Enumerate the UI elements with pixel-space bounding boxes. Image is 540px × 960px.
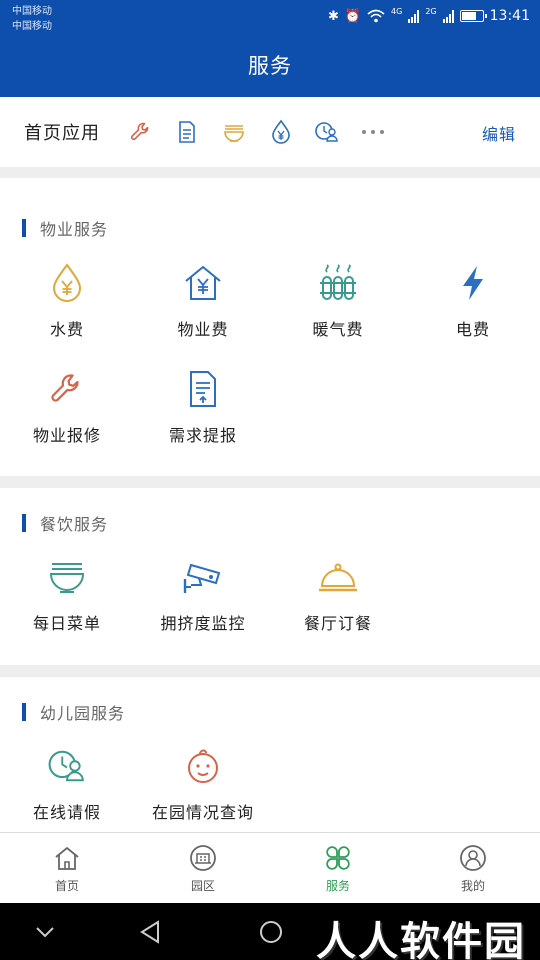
section-header: 幼儿园服务: [22, 702, 126, 723]
service-item-request[interactable]: 需求提报: [138, 366, 268, 446]
section-title: 餐饮服务: [40, 515, 109, 534]
service-item-label: 电费: [455, 320, 490, 339]
section-divider: [0, 665, 540, 677]
more-dots-icon[interactable]: [360, 119, 386, 145]
tab-mine[interactable]: 我的: [413, 843, 533, 894]
carrier-label-1: 中国移动: [12, 6, 52, 17]
noodle-bowl-icon: [49, 563, 85, 593]
back-triangle-icon[interactable]: [135, 917, 165, 947]
signal-icon: [408, 9, 420, 23]
service-item-attendance-query[interactable]: 在园情况查询: [138, 743, 268, 823]
section-title: 物业服务: [40, 220, 109, 239]
chevron-down-icon[interactable]: [30, 917, 60, 947]
wrench-icon[interactable]: [128, 119, 154, 145]
service-item-daily-menu[interactable]: 每日菜单: [2, 554, 132, 634]
service-item-repair[interactable]: 物业报修: [2, 366, 132, 446]
service-item-property-fee[interactable]: 物业费: [138, 260, 268, 340]
section-title: 幼儿园服务: [40, 704, 126, 723]
system-nav-bar: 人人软件园: [0, 903, 540, 960]
wrench-icon: [51, 374, 79, 402]
service-item-label: 物业报修: [32, 426, 101, 445]
status-carriers: 中国移动 中国移动: [12, 4, 52, 34]
service-item-heating-fee[interactable]: 暖气费: [273, 260, 403, 340]
wifi-icon: [367, 9, 385, 23]
section-accent-bar: [22, 514, 26, 532]
service-item-water-fee[interactable]: 水费: [2, 260, 132, 340]
service-item-label: 每日菜单: [32, 614, 101, 633]
service-item-label: 在园情况查询: [151, 803, 254, 822]
status-icons: ✱ ⏰ 4G 2G 13:41: [327, 6, 530, 25]
section-divider: [0, 167, 540, 178]
service-item-label: 暖气费: [312, 320, 364, 339]
clover-grid-icon: [326, 846, 350, 870]
carrier-label-2: 中国移动: [12, 21, 52, 32]
security-camera-icon: [183, 563, 221, 593]
tab-label: 首页: [54, 879, 79, 893]
service-item-label: 在线请假: [32, 803, 101, 822]
status-time: 13:41: [489, 8, 530, 24]
noodle-bowl-icon[interactable]: [221, 119, 247, 145]
clock-person-icon[interactable]: [314, 119, 340, 145]
document-icon[interactable]: [174, 119, 200, 145]
bottom-tab-bar: 首页 园区 服务 我的: [0, 832, 540, 903]
service-item-crowd-monitor[interactable]: 拥挤度监控: [138, 554, 268, 634]
service-item-electric-fee[interactable]: 电费: [408, 260, 538, 340]
section-accent-bar: [22, 703, 26, 721]
tab-park[interactable]: 园区: [143, 843, 263, 894]
lightning-icon: [463, 266, 483, 300]
property-services-section: 物业服务 水费 物业费 暖气费 电费 物业报修 需求提报: [0, 178, 540, 476]
tab-services[interactable]: 服务: [278, 843, 398, 894]
tab-label: 服务: [325, 879, 350, 893]
app-header: 中国移动 中国移动 ✱ ⏰ 4G 2G 13:41 服务: [0, 0, 540, 97]
section-divider: [0, 476, 540, 488]
home-apps-label: 首页应用: [24, 123, 100, 144]
service-item-label: 水费: [49, 320, 84, 339]
signal-icon: [442, 9, 454, 23]
water-drop-yen-icon: [52, 263, 82, 302]
service-item-label: 餐厅订餐: [303, 614, 372, 633]
home-icon: [55, 846, 79, 870]
tab-label: 园区: [190, 879, 215, 893]
network-type-2: 2G: [425, 6, 437, 16]
battery-icon: [459, 10, 487, 22]
document-upload-icon: [190, 371, 216, 407]
building-icon: [190, 845, 216, 871]
service-item-label: 拥挤度监控: [160, 614, 246, 633]
network-type-1: 4G: [391, 6, 403, 16]
user-circle-icon: [460, 845, 486, 871]
service-item-label: 物业费: [177, 320, 229, 339]
tab-label: 我的: [460, 879, 485, 893]
house-yen-icon: [185, 265, 221, 300]
edit-button[interactable]: 编辑: [482, 121, 516, 145]
section-header: 餐饮服务: [22, 513, 109, 534]
service-item-leave-request[interactable]: 在线请假: [2, 743, 132, 823]
section-accent-bar: [22, 219, 26, 237]
page-title: 服务: [248, 54, 292, 78]
section-header: 物业服务: [22, 218, 109, 239]
watermark-text: 人人软件园: [316, 919, 526, 960]
clock-person-icon: [48, 750, 84, 782]
dining-services-section: 餐饮服务 每日菜单 拥挤度监控 餐厅订餐: [0, 488, 540, 665]
water-drop-yen-icon[interactable]: [268, 119, 294, 145]
radiator-icon: [320, 264, 356, 300]
home-circle-icon[interactable]: [256, 917, 286, 947]
cloche-icon: [319, 563, 357, 592]
kindergarten-services-section: 幼儿园服务 在线请假 在园情况查询: [0, 677, 540, 832]
alarm-icon: ⏰: [344, 8, 362, 24]
service-item-order-meal[interactable]: 餐厅订餐: [273, 554, 403, 634]
tab-home[interactable]: 首页: [7, 843, 127, 894]
bluetooth-icon: ✱: [327, 8, 339, 24]
home-apps-bar: 首页应用 编辑: [0, 97, 540, 167]
baby-face-icon: [188, 749, 218, 783]
service-item-label: 需求提报: [168, 426, 237, 445]
